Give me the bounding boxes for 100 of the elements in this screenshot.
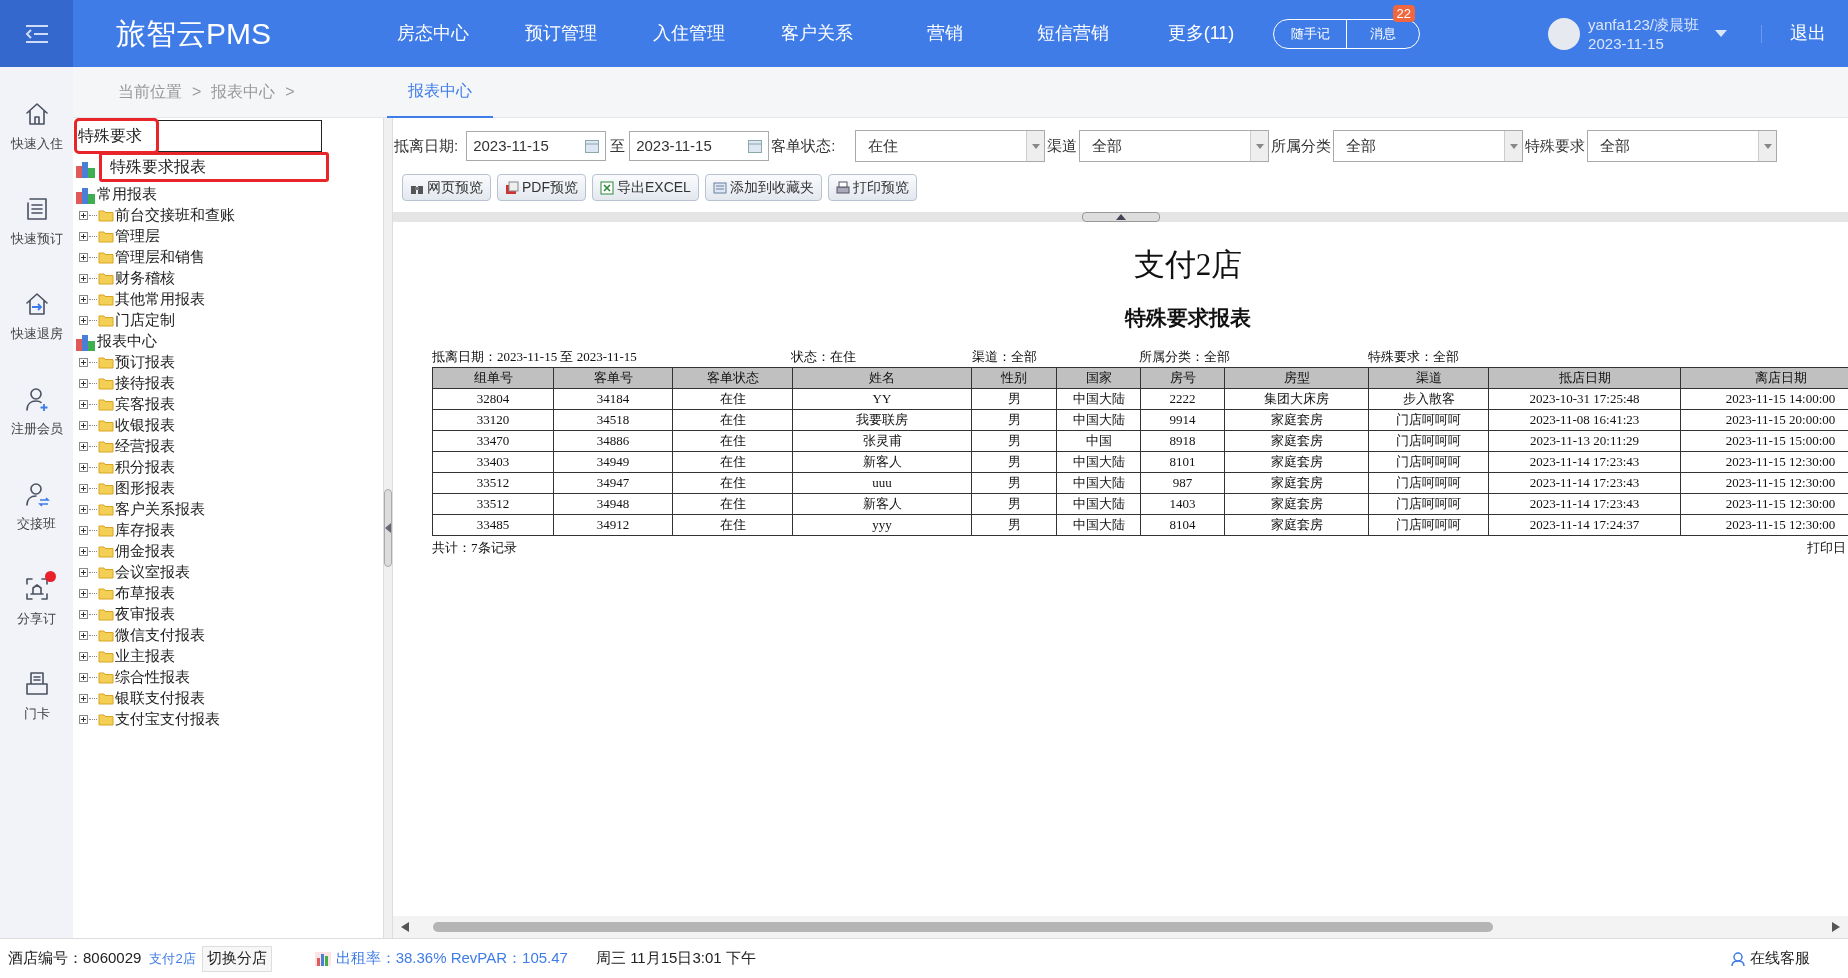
table-cell: 男 <box>971 493 1057 515</box>
store-link[interactable]: 支付2店 <box>149 948 196 969</box>
quick-button[interactable]: 随手记 <box>1274 19 1346 48</box>
expand-icon[interactable] <box>79 421 88 430</box>
collapse-handle[interactable] <box>384 489 392 567</box>
expand-icon[interactable] <box>79 610 88 619</box>
table-cell: 男 <box>971 472 1057 494</box>
date-field[interactable]: 2023-11-15 <box>629 131 770 161</box>
tree-node[interactable]: 财务稽核 <box>115 267 175 290</box>
tree-node[interactable]: 业主报表 <box>115 645 175 668</box>
tree-node[interactable]: 经营报表 <box>115 435 175 458</box>
horizontal-scrollbar[interactable] <box>393 916 1848 938</box>
toolbar-button[interactable]: PDF预览 <box>497 174 586 201</box>
tree-node[interactable]: 夜审报表 <box>115 603 175 626</box>
tree-node[interactable]: 其他常用报表 <box>115 288 205 311</box>
scroll-left-icon[interactable] <box>401 922 409 932</box>
sidebar-item[interactable]: 注册会员 <box>10 385 63 480</box>
sidebar-item[interactable]: 快速退房 <box>10 290 63 385</box>
tree-node[interactable]: 积分报表 <box>115 456 175 479</box>
menu-button[interactable] <box>0 0 73 67</box>
tree-node[interactable]: 前台交接班和查账 <box>115 204 235 227</box>
nav-link[interactable]: 预订管理 <box>497 20 625 47</box>
tree-node[interactable]: 佣金报表 <box>115 540 175 563</box>
caret-icon[interactable] <box>1715 29 1727 38</box>
expand-icon[interactable] <box>79 652 88 661</box>
expand-icon[interactable] <box>79 232 88 241</box>
toolbar-button[interactable]: 添加到收藏夹 <box>704 174 822 201</box>
tree-node[interactable]: 银联支付报表 <box>115 687 205 710</box>
nav-link[interactable]: 短信营销 <box>1009 20 1137 47</box>
hotel-id: 8060029 <box>83 948 142 969</box>
tree-node[interactable]: 管理层和销售 <box>115 246 205 269</box>
expand-icon[interactable] <box>79 274 88 283</box>
table-cell: 2023-11-13 20:11:29 <box>1488 430 1681 452</box>
sidebar-item[interactable]: 门卡 <box>22 670 51 765</box>
table-cell: yyy <box>792 514 972 536</box>
column-header: 房号 <box>1140 367 1225 389</box>
nav-link[interactable]: 客户关系 <box>753 20 881 47</box>
switch-store-button[interactable]: 切换分店 <box>201 945 272 972</box>
tree-node[interactable]: 宾客报表 <box>115 393 175 416</box>
expand-icon[interactable] <box>79 379 88 388</box>
logout-button[interactable]: 退出 <box>1790 20 1826 47</box>
suggestion-item[interactable]: 特殊要求报表 <box>99 152 329 182</box>
caret-icon <box>1509 143 1518 149</box>
expand-icon[interactable] <box>79 673 88 682</box>
tree-node[interactable]: 库存报表 <box>115 519 175 542</box>
expand-icon[interactable] <box>79 400 88 409</box>
tree-node[interactable]: 支付宝支付报表 <box>115 708 220 731</box>
tree-node[interactable]: 收银报表 <box>115 414 175 437</box>
support-button[interactable]: 在线客服 <box>1730 947 1810 970</box>
toolbar-button[interactable]: 网页预览 <box>402 174 491 201</box>
table-cell: 中国大陆 <box>1056 472 1141 494</box>
select-field[interactable]: 全部 <box>1587 130 1778 162</box>
expand-icon[interactable] <box>79 526 88 535</box>
sidebar-item[interactable]: 分享订 <box>17 575 56 670</box>
expand-icon[interactable] <box>79 484 88 493</box>
collapse-handle[interactable] <box>1081 212 1160 222</box>
sidebar-item[interactable]: 交接班 <box>17 480 56 575</box>
expand-icon[interactable] <box>79 463 88 472</box>
expand-icon[interactable] <box>79 316 88 325</box>
table-cell: YY <box>792 388 972 410</box>
date-field[interactable]: 2023-11-15 <box>466 131 607 161</box>
expand-icon[interactable] <box>79 589 88 598</box>
expand-icon[interactable] <box>79 547 88 556</box>
nav-link[interactable]: 房态中心 <box>369 20 497 47</box>
toolbar-button[interactable]: 打印预览 <box>827 174 917 201</box>
quick-button[interactable]: 消息 <box>1347 19 1419 48</box>
expand-icon[interactable] <box>79 253 88 262</box>
toolbar-button[interactable]: 导出EXCEL <box>592 174 699 201</box>
expand-icon[interactable] <box>79 715 88 724</box>
tree-node[interactable]: 微信支付报表 <box>115 624 205 647</box>
expand-icon[interactable] <box>79 505 88 514</box>
tree-node[interactable]: 综合性报表 <box>115 666 190 689</box>
expand-icon[interactable] <box>79 358 88 367</box>
table-cell: 34518 <box>553 409 673 431</box>
tree-node[interactable]: 常用报表 <box>97 183 157 206</box>
sidebar-item[interactable]: 快速预订 <box>10 195 63 290</box>
sidebar-item[interactable]: 快速入住 <box>10 100 63 195</box>
expand-icon[interactable] <box>79 568 88 577</box>
tree-node[interactable]: 预订报表 <box>115 351 175 374</box>
nav-link[interactable]: 营销 <box>881 20 1009 47</box>
tree-node[interactable]: 管理层 <box>115 225 160 248</box>
tree-node[interactable]: 接待报表 <box>115 372 175 395</box>
expand-icon[interactable] <box>79 694 88 703</box>
tree-node[interactable]: 图形报表 <box>115 477 175 500</box>
search-field[interactable]: 特殊要求 <box>75 120 322 152</box>
nav-link[interactable]: 入住管理 <box>625 20 753 47</box>
nav-link[interactable]: 更多(11) <box>1137 20 1265 47</box>
tree-node[interactable]: 门店定制 <box>115 309 175 332</box>
tree-node[interactable]: 报表中心 <box>97 330 157 353</box>
tree-node[interactable]: 客户关系报表 <box>115 498 205 521</box>
expand-icon[interactable] <box>79 631 88 640</box>
expand-icon[interactable] <box>79 295 88 304</box>
tree-node[interactable]: 布草报表 <box>115 582 175 605</box>
select-field[interactable]: 在住 <box>855 130 1046 162</box>
scroll-right-icon[interactable] <box>1832 922 1840 932</box>
expand-icon[interactable] <box>79 442 88 451</box>
select-field[interactable]: 全部 <box>1079 130 1270 162</box>
expand-icon[interactable] <box>79 211 88 220</box>
select-field[interactable]: 全部 <box>1333 130 1524 162</box>
tree-node[interactable]: 会议室报表 <box>115 561 190 584</box>
